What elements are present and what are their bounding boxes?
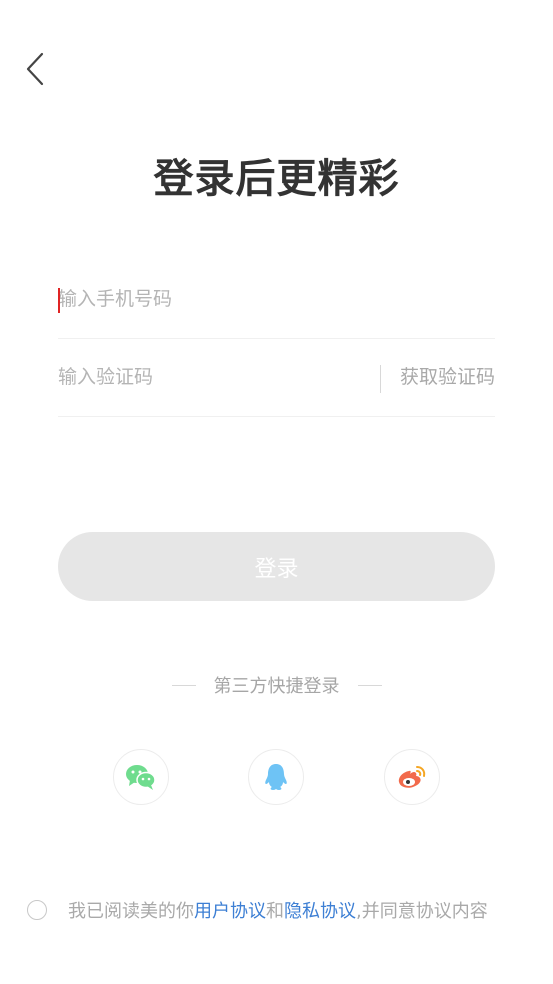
weibo-login-button[interactable] xyxy=(384,749,440,805)
text-caret xyxy=(58,288,60,313)
phone-field xyxy=(58,260,495,339)
user-agreement-link[interactable]: 用户协议 xyxy=(194,897,266,923)
wechat-login-button[interactable] xyxy=(113,749,169,805)
chevron-left-icon xyxy=(26,52,44,86)
privacy-agreement-link[interactable]: 隐私协议 xyxy=(284,897,356,923)
login-screen: 登录后更精彩 获取验证码 登录 第三方快捷登录 xyxy=(0,0,553,984)
weibo-icon xyxy=(398,766,426,788)
code-field: 获取验证码 xyxy=(58,338,495,417)
agreement-prefix: 我已阅读美的你 xyxy=(68,901,194,922)
wechat-icon xyxy=(126,765,156,790)
third-party-divider: 第三方快捷登录 xyxy=(0,670,553,700)
agreement-suffix: ,并同意协议内容 xyxy=(356,901,488,922)
code-divider xyxy=(380,365,381,393)
verification-code-input[interactable] xyxy=(58,338,368,416)
divider-line-left xyxy=(171,684,196,686)
qq-login-button[interactable] xyxy=(248,749,304,805)
agreement-connector: 和 xyxy=(266,901,284,922)
agreement-checkbox[interactable] xyxy=(27,900,47,920)
third-party-label: 第三方快捷登录 xyxy=(213,676,340,697)
page-title: 登录后更精彩 xyxy=(153,156,400,202)
agreement-row: 我已阅读美的你 用户协议 和隐私协议 ,并同意协议内容 xyxy=(27,893,553,927)
back-button[interactable] xyxy=(18,48,52,90)
phone-input[interactable] xyxy=(58,260,495,338)
qq-icon xyxy=(265,764,287,790)
divider-line-right xyxy=(357,684,382,686)
get-code-button[interactable]: 获取验证码 xyxy=(400,338,495,416)
login-button[interactable]: 登录 xyxy=(58,532,495,601)
